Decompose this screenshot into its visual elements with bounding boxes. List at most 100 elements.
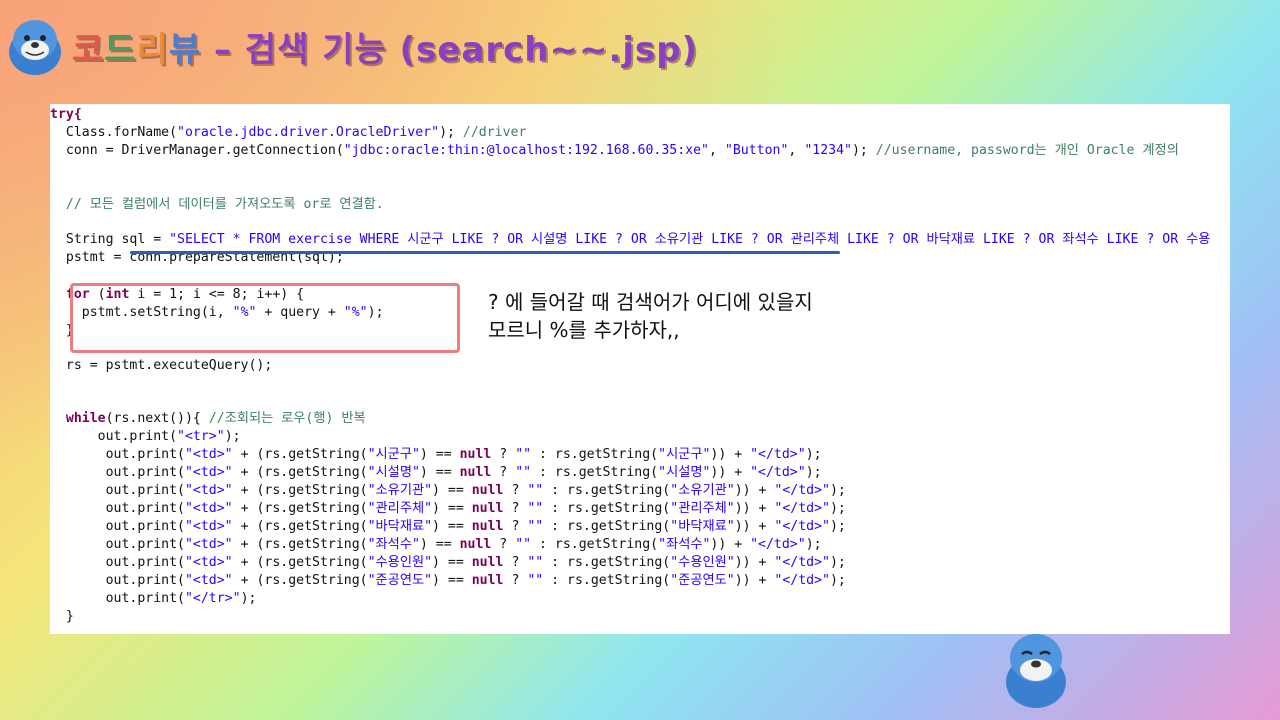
code-token: ? [503,555,528,570]
code-token: "" [515,447,532,462]
title-char-2: 드 [104,30,137,70]
code-token: "" [515,465,532,480]
code-token: out.print( [50,465,185,480]
slide-title: 코드리뷰 – 검색 기능 (search~~.jsp) [72,22,698,71]
code-line: out.print("<tr>"); [50,428,241,446]
code-token: "</td>" [750,447,806,462]
code-screenshot: try{ Class.forName("oracle.jdbc.driver.O… [50,104,1230,634]
code-token: "관리주체" [367,501,433,516]
code-line: out.print("<td>" + (rs.getString("관리주체")… [50,500,846,518]
code-token: ? [503,483,528,498]
code-token: "시군구" [367,447,420,462]
code-token: ) == [419,537,460,552]
code-token: )) + [734,501,775,516]
code-token: "</td>" [774,573,830,588]
code-token: "" [527,555,544,570]
code-token: )) + [734,573,775,588]
annotation-text: ? 에 들어갈 때 검색어가 어디에 있을지 모르니 %를 추가하자,, [488,290,813,342]
code-token: + (rs.getString( [232,555,368,570]
code-token: out.print( [50,447,185,462]
code-token: "</td>" [750,537,806,552]
code-comment: //username, password는 개인 Oracle 계정의 [875,143,1179,158]
code-token: ); [805,537,822,552]
code-token: "</td>" [774,519,830,534]
code-token: ); [829,501,846,516]
code-token: "jdbc:oracle:thin:@localhost:192.168.60.… [343,143,709,158]
code-token: ) == [419,465,460,480]
code-token: out.print( [50,429,178,444]
code-comment: //조회되는 로우(행) 반복 [208,411,366,426]
title-rest: – 검색 기능 (search~~.jsp) [201,30,699,70]
code-token: "<td>" [184,519,233,534]
code-token: : rs.getString( [543,501,671,516]
code-token: "소유기관" [367,483,433,498]
code-token: "<td>" [184,555,233,570]
code-token: "oracle.jdbc.driver.OracleDriver" [177,125,440,140]
code-token: , [788,143,805,158]
code-token: "<td>" [184,501,233,516]
code-token: ); [851,143,876,158]
code-token: "<td>" [184,573,233,588]
code-token: "준공연도" [367,573,433,588]
code-token: + (rs.getString( [232,501,368,516]
code-token: "<td>" [184,483,233,498]
code-token: "</td>" [774,555,830,570]
code-line: rs = pstmt.executeQuery(); [50,358,273,373]
code-token: "<td>" [184,537,233,552]
code-token: , [709,143,725,158]
code-token: "</tr>" [184,591,241,606]
code-token: "시설명" [658,465,711,480]
sql-underline [130,251,840,254]
code-token: )) + [734,519,775,534]
code-token: : rs.getString( [531,537,659,552]
code-token: null [471,501,504,516]
code-token: "수용인원" [367,555,433,570]
code-token: out.print( [50,573,185,588]
code-token: Class.forName( [50,125,178,140]
code-line: out.print("<td>" + (rs.getString("시군구") … [50,446,822,464]
code-token: : rs.getString( [543,483,671,498]
code-token: String sql = [50,232,170,247]
seal-mascot-icon [1006,634,1066,708]
code-token: out.print( [50,591,185,606]
code-token: "1234" [804,143,852,158]
code-token: "수용인원" [670,555,735,570]
code-token: ) == [432,483,472,498]
code-token: : rs.getString( [531,465,659,480]
code-token: ); [805,447,822,462]
code-token: ); [829,483,846,498]
code-token: "</td>" [750,465,806,480]
code-token: ); [805,465,822,480]
code-token: "" [527,519,544,534]
code-token: null [459,465,492,480]
code-line: try{ [50,106,82,124]
code-line: String sql = "SELECT * FROM exercise WHE… [50,231,1210,249]
code-line: out.print("<td>" + (rs.getString("시설명") … [50,464,822,482]
code-token: out.print( [50,537,185,552]
code-token: )) + [710,447,751,462]
code-token: "</td>" [774,501,830,516]
code-token: "" [527,483,544,498]
code-line: out.print("<td>" + (rs.getString("수용인원")… [50,554,846,572]
code-token: ) == [432,519,472,534]
code-token: "소유기관" [670,483,735,498]
code-token: ? [503,573,528,588]
code-comment: // 모든 컬럼에서 데이터를 가져오도록 or로 연결함. [50,197,384,212]
sql-string: "SELECT * FROM exercise WHERE 시군구 LIKE ?… [169,232,1211,247]
code-token: "바닥재료" [670,519,735,534]
code-token: + (rs.getString( [232,483,368,498]
title-char-1: 코 [72,30,105,70]
highlight-box [70,283,460,353]
code-token: "관리주체" [670,501,735,516]
code-token: out.print( [50,501,185,516]
code-token: ) == [432,555,472,570]
code-token: "좌석수" [658,537,711,552]
title-char-3: 리 [136,30,169,70]
code-token: null [471,519,504,534]
code-token: "시군구" [658,447,711,462]
code-token: "<td>" [184,465,233,480]
code-token: null [459,447,492,462]
code-token: : rs.getString( [543,519,671,534]
code-token: ); [829,555,846,570]
code-token: "</td>" [774,483,830,498]
